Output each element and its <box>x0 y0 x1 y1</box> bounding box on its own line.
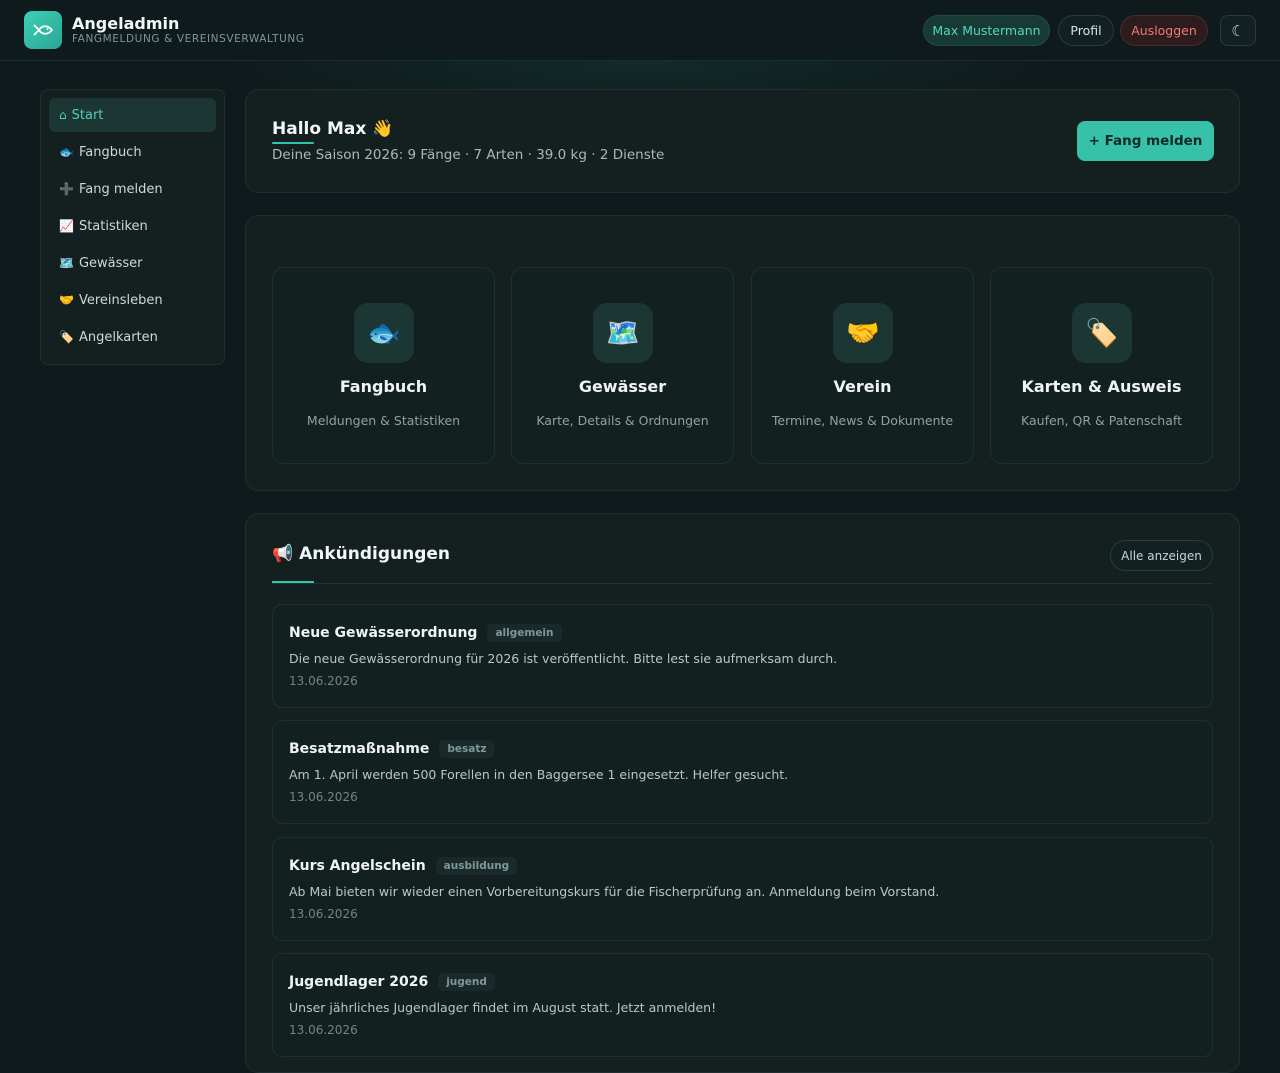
tile-title: Fangbuch <box>339 377 428 396</box>
chart-icon: 📈 <box>59 219 74 233</box>
category-badge: allgemein <box>487 624 562 642</box>
sidebar-item-start[interactable]: ⌂ Start <box>49 98 216 132</box>
tile-subtitle: Termine, News & Dokumente <box>771 413 954 428</box>
quick-links-card: 🐟 Fangbuch Meldungen & Statistiken 🗺️ Ge… <box>245 215 1240 491</box>
logout-button[interactable]: Ausloggen <box>1120 15 1208 46</box>
show-all-button[interactable]: Alle anzeigen <box>1110 540 1213 571</box>
greeting-card: Hallo Max 👋 Deine Saison 2026: 9 Fänge ·… <box>245 89 1240 193</box>
sidebar-item-fang-melden[interactable]: ➕ Fang melden <box>49 172 216 206</box>
map-icon: 🗺️ <box>59 256 74 270</box>
season-summary: Deine Saison 2026: 9 Fänge · 7 Arten · 3… <box>272 147 665 163</box>
sidebar-item-label: Gewässer <box>78 255 143 271</box>
announcement-title: Jugendlager 2026 <box>289 974 429 990</box>
sidebar-item-fangbuch[interactable]: 🐟 Fangbuch <box>49 135 216 169</box>
category-badge: ausbildung <box>435 857 518 875</box>
sidebar-item-label: Fangbuch <box>78 144 142 160</box>
plus-icon: ➕ <box>59 182 74 196</box>
announcements-title: 📢 Ankündigungen <box>272 544 451 564</box>
report-catch-button[interactable]: + Fang melden <box>1077 121 1214 161</box>
tile-title: Verein <box>833 377 892 396</box>
greeting-title: Hallo Max 👋 <box>272 119 394 139</box>
sidebar-item-angelkarten[interactable]: 🏷️ Angelkarten <box>49 320 216 354</box>
announcement-item[interactable]: Kurs Angelschein ausbildung Ab Mai biete… <box>272 837 1213 941</box>
fish-logo-icon[interactable] <box>24 11 62 49</box>
handshake-icon: 🤝 <box>59 293 74 307</box>
sidebar-item-label: Statistiken <box>78 218 148 234</box>
announcement-item[interactable]: Neue Gewässerordnung allgemein Die neue … <box>272 604 1213 708</box>
announcement-text: Ab Mai bieten wir wieder einen Vorbereit… <box>289 884 940 899</box>
tile-subtitle: Kaufen, QR & Patenschaft <box>1021 413 1182 428</box>
announcement-title: Kurs Angelschein <box>289 858 426 874</box>
tile-title: Karten & Ausweis <box>1021 377 1182 396</box>
tag-icon: 🏷️ <box>1072 303 1132 363</box>
announcement-date: 13.06.2026 <box>289 790 358 804</box>
tile-karten-ausweis[interactable]: 🏷️ Karten & Ausweis Kaufen, QR & Patensc… <box>990 267 1213 464</box>
announcement-date: 13.06.2026 <box>289 674 358 688</box>
moon-icon: ☾ <box>1231 21 1245 40</box>
category-badge: jugend <box>438 973 495 991</box>
sidebar-item-vereinsleben[interactable]: 🤝 Vereinsleben <box>49 283 216 317</box>
app-subtitle: FANGMELDUNG & VEREINSVERWALTUNG <box>72 33 305 45</box>
tile-title: Gewässer <box>578 377 667 396</box>
profile-button[interactable]: Profil <box>1058 15 1114 46</box>
sidebar-item-label: Vereinsleben <box>78 292 163 308</box>
fish-icon: 🐟 <box>354 303 414 363</box>
fish-icon: 🐟 <box>59 145 74 159</box>
top-bar: Angeladmin FANGMELDUNG & VEREINSVERWALTU… <box>0 0 1280 61</box>
sidebar: ⌂ Start 🐟 Fangbuch ➕ Fang melden 📈 Stati… <box>40 89 225 365</box>
handshake-icon: 🤝 <box>833 303 893 363</box>
sidebar-item-label: Angelkarten <box>78 329 158 345</box>
app-title: Angeladmin <box>72 14 180 33</box>
theme-toggle-button[interactable]: ☾ <box>1220 15 1256 46</box>
announcement-date: 13.06.2026 <box>289 907 358 921</box>
home-icon: ⌂ <box>59 108 67 122</box>
tile-gewaesser[interactable]: 🗺️ Gewässer Karte, Details & Ordnungen <box>511 267 734 464</box>
announcement-text: Am 1. April werden 500 Forellen in den B… <box>289 767 789 782</box>
tile-subtitle: Meldungen & Statistiken <box>306 413 461 428</box>
tag-icon: 🏷️ <box>59 330 74 344</box>
sidebar-item-gewaesser[interactable]: 🗺️ Gewässer <box>49 246 216 280</box>
announcement-date: 13.06.2026 <box>289 1023 358 1037</box>
sidebar-item-statistiken[interactable]: 📈 Statistiken <box>49 209 216 243</box>
announcement-title: Neue Gewässerordnung <box>289 625 478 641</box>
announcement-title: Besatzmaßnahme <box>289 741 430 757</box>
announcement-text: Die neue Gewässerordnung für 2026 ist ve… <box>289 651 838 666</box>
tile-verein[interactable]: 🤝 Verein Termine, News & Dokumente <box>751 267 974 464</box>
fish-icon <box>33 24 53 36</box>
tile-fangbuch[interactable]: 🐟 Fangbuch Meldungen & Statistiken <box>272 267 495 464</box>
map-icon: 🗺️ <box>593 303 653 363</box>
sidebar-item-label: Start <box>71 107 104 123</box>
title-underline <box>272 142 314 144</box>
title-underline <box>272 581 314 583</box>
tile-subtitle: Karte, Details & Ordnungen <box>536 413 709 428</box>
announcements-card: 📢 Ankündigungen Alle anzeigen Neue Gewäs… <box>245 513 1240 1073</box>
announcement-item[interactable]: Jugendlager 2026 jugend Unser jährliches… <box>272 953 1213 1057</box>
user-name-button[interactable]: Max Mustermann <box>923 15 1050 46</box>
sidebar-item-label: Fang melden <box>78 181 163 197</box>
divider <box>272 583 1213 584</box>
announcement-item[interactable]: Besatzmaßnahme besatz Am 1. April werden… <box>272 720 1213 824</box>
category-badge: besatz <box>439 740 495 758</box>
announcement-text: Unser jährliches Jugendlager findet im A… <box>289 1000 717 1015</box>
